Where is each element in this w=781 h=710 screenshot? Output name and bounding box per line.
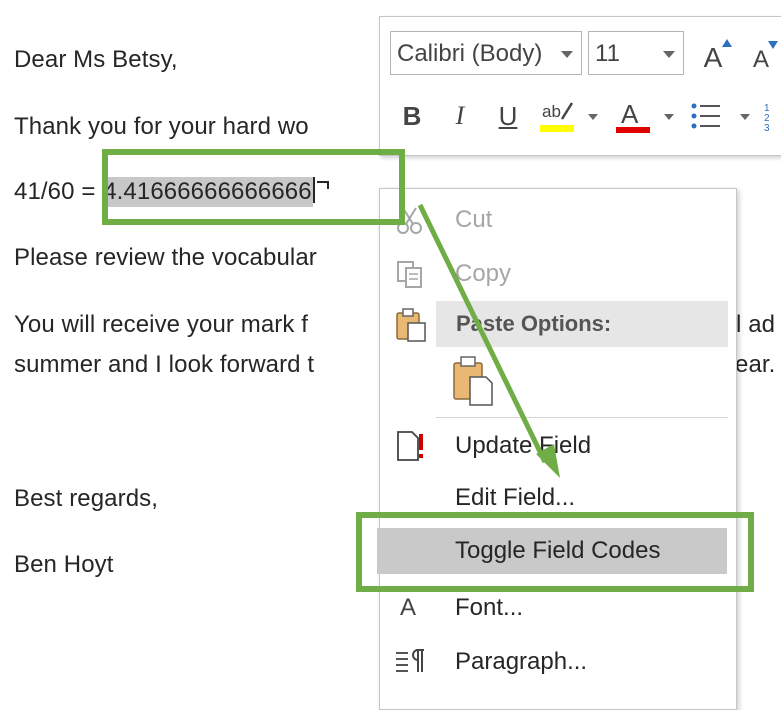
annotation-arrow-icon — [417, 203, 560, 478]
